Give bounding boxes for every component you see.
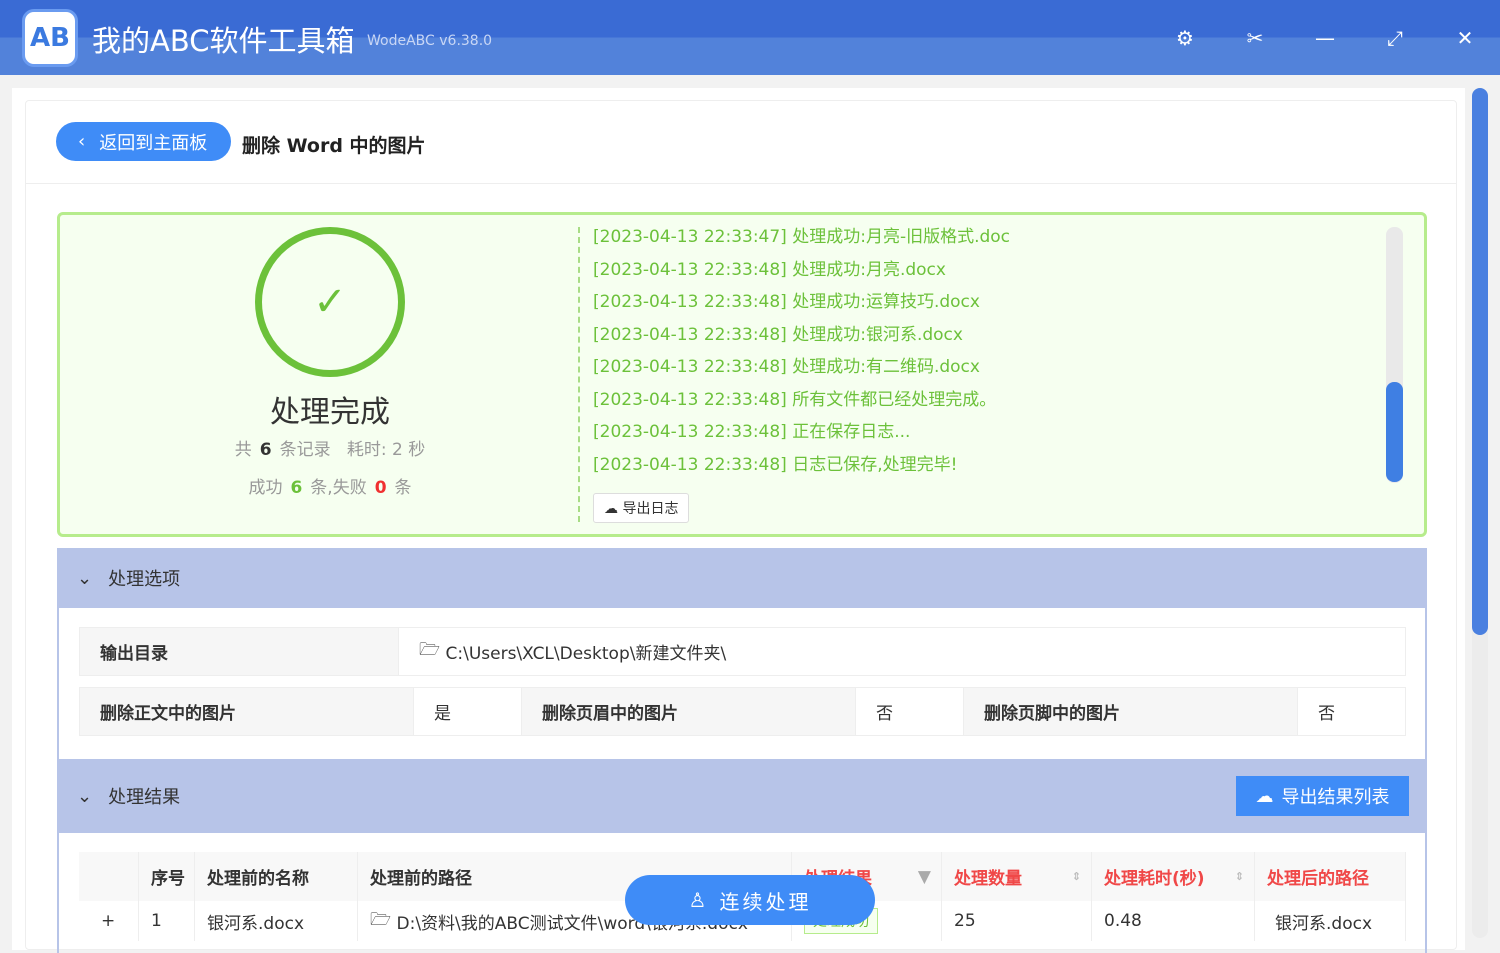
check-circle-icon: ✓ [255,227,405,377]
cell-time: 0.48 [1092,901,1255,941]
app-logo: AB [22,9,78,67]
log-line: [2023-04-13 22:33:48] 处理成功:月亮.docx [593,259,946,280]
body-label: 删除正文中的图片 [79,687,414,736]
maximize-icon[interactable]: ⤢ [1383,26,1407,50]
col-name: 处理前的名称 [195,852,358,901]
sort-icon: ⇕ [1234,870,1244,883]
output-label: 输出目录 [79,627,399,676]
cell-name: 银河系.docx [195,901,358,941]
log-line: [2023-04-13 22:33:48] 处理成功:银河系.docx [593,324,963,345]
header-value: 否 [855,687,964,736]
close-icon[interactable]: ✕ [1453,26,1477,50]
summary-panel: ✓ 处理完成 共 6 条记录 耗时: 2 秒 成功 6 条,失败 0 条 [2023-04-… [57,212,1427,537]
options-header[interactable]: ⌄ 处理选项 [57,548,1427,608]
continue-processing-button[interactable]: ♙ 连续处理 [625,875,875,925]
col-count[interactable]: 处理数量 ⇕ [942,852,1092,901]
title-bar: AB 我的ABC软件工具箱 WodeABC v6.38.0 ⚙ ✂ — ⤢ ✕ [0,0,1500,75]
rocket-icon: ♙ [688,888,710,912]
chevron-down-icon: ⌄ [77,785,93,807]
back-label: 返回到主面板 [99,132,208,154]
cloud-upload-icon: ☁ [604,501,618,517]
col-out: 处理后的路径 [1255,852,1406,901]
main-panel: ‹ 返回到主面板 删除 Word 中的图片 ✓ 处理完成 共 6 条记录 耗时: 2 … [12,88,1465,953]
footer-label: 删除页脚中的图片 [963,687,1298,736]
cell-index: 1 [139,901,195,941]
cell-out: 银河系.docx [1255,901,1406,941]
col-index: 序号 [139,852,195,901]
cloud-upload-icon: ☁ [1255,785,1274,807]
log-line: [2023-04-13 22:33:48] 正在保存日志... [593,422,911,442]
output-dir[interactable]: 🗁 C:\Users\XCL\Desktop\新建文件夹\ [398,627,1406,676]
total-stat: 共 6 条记录 耗时: 2 秒 [234,440,426,460]
chevron-left-icon: ‹ [78,131,86,152]
folder-icon: 🗁 [370,909,392,930]
expand-row-icon[interactable]: + [79,901,139,941]
chevron-down-icon: ⌄ [77,567,93,589]
log-line: [2023-04-13 22:33:47] 处理成功:月亮-旧版格式.doc [593,227,1011,247]
results-header[interactable]: ⌄ 处理结果 ☁ 导出结果列表 [57,759,1427,833]
log-line: [2023-04-13 22:33:48] 所有文件都已经处理完成。 [593,389,997,410]
log-line: [2023-04-13 22:33:48] 处理成功:有二维码.docx [593,357,980,377]
export-log-button[interactable]: ☁ 导出日志 [593,493,690,523]
body-value: 是 [413,687,522,736]
app-title: 我的ABC软件工具箱 [92,24,355,58]
log-scrollbar[interactable] [1386,227,1403,483]
log-list: [2023-04-13 22:33:47] 处理成功:月亮-旧版格式.doc [… [593,225,1010,485]
header-label: 删除页眉中的图片 [521,687,856,736]
export-results-button[interactable]: ☁ 导出结果列表 [1236,776,1409,816]
settings-icon[interactable]: ⚙ [1173,26,1197,50]
footer-value: 否 [1297,687,1406,736]
filter-icon: ▼ [917,866,931,887]
status-text: 处理完成 [270,395,390,430]
back-button[interactable]: ‹ 返回到主面板 [56,122,231,161]
scissors-icon[interactable]: ✂ [1243,26,1267,50]
page-scrollbar[interactable] [1472,88,1488,938]
app-version: WodeABC v6.38.0 [367,33,493,49]
log-line: [2023-04-13 22:33:48] 处理成功:运算技巧.docx [593,292,980,312]
success-stat: 成功 6 条,失败 0 条 [248,478,412,498]
col-time[interactable]: 处理耗时(秒) ⇕ [1092,852,1255,901]
folder-icon: 🗁 [419,640,441,660]
minimize-icon[interactable]: — [1313,26,1337,50]
log-line: [2023-04-13 22:33:48] 日志已保存,处理完毕! [593,454,958,475]
page-title: 删除 Word 中的图片 [242,135,426,157]
sort-icon: ⇕ [1071,870,1081,883]
options-body: 输出目录 🗁 C:\Users\XCL\Desktop\新建文件夹\ 删除正文中… [57,608,1427,759]
cell-count: 25 [942,901,1092,941]
